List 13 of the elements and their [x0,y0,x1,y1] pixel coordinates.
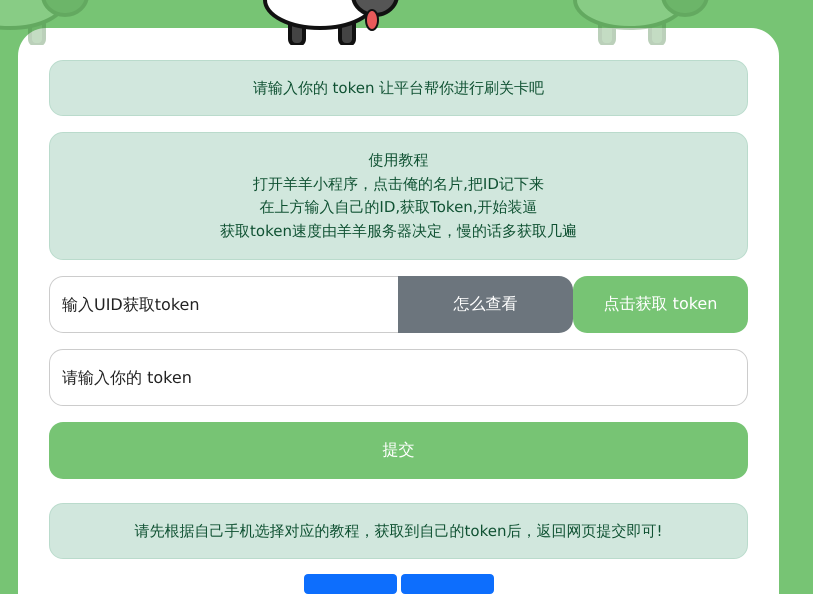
token-input-field[interactable]: 请输入你的 token [49,349,748,406]
tutorial-button[interactable] [400,574,494,594]
intro-notice: 请输入你的 token 让平台帮你进行刷关卡吧 [49,60,748,116]
footer-notice: 请先根据自己手机选择对应的教程，获取到自己的token后，返回网页提交即可! [49,503,748,559]
how-to-view-button[interactable]: 怎么查看 [398,276,573,333]
tutorial-line: 获取token速度由羊羊服务器决定，慢的话多获取几遍 [219,220,578,242]
submit-button[interactable]: 提交 [49,422,748,479]
tutorial-title: 使用教程 [368,150,430,171]
tutorial-button[interactable] [304,574,396,594]
tutorial-line: 打开羊羊小程序，点击俺的名片,把ID记下来 [252,174,545,194]
uid-input-field[interactable]: 输入UID获取token [49,276,398,333]
get-token-button[interactable]: 点击获取 token [573,276,748,333]
tutorial-line: 在上方输入自己的ID,获取Token,开始装逼 [258,197,539,218]
